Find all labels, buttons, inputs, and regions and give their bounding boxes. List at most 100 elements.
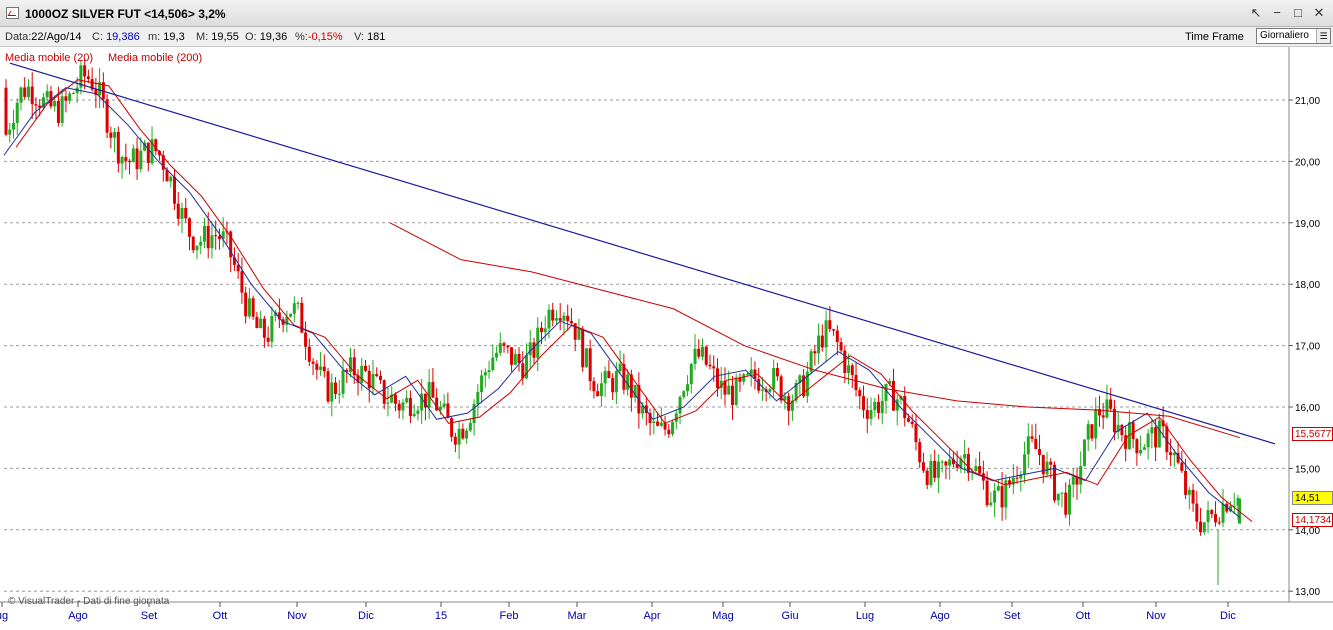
candle-body — [45, 91, 49, 98]
candle-body — [330, 382, 334, 402]
candle-body — [176, 203, 180, 219]
y-tick-label: 15,00 — [1295, 464, 1320, 475]
candle-body — [839, 342, 843, 351]
minimize-button[interactable]: − — [1269, 5, 1285, 21]
candle-body — [772, 368, 776, 390]
price-chart[interactable]: 21,00 20,00 19,00 18,00 17,00 16,00 15,00 14,00… — [0, 47, 1333, 625]
candle-body — [1221, 503, 1225, 523]
candle-body — [416, 410, 420, 414]
candle-body — [375, 374, 379, 376]
x-tick-label: ug — [0, 610, 8, 622]
candle-body — [495, 352, 499, 358]
candle-body — [558, 318, 562, 321]
x-tick-label: Lug — [856, 610, 874, 622]
candle-body — [337, 393, 341, 395]
candle-body — [869, 410, 873, 419]
candle-body — [1139, 449, 1143, 454]
candle-body — [1105, 399, 1109, 418]
candle-body — [86, 76, 90, 80]
candle-body — [378, 375, 382, 381]
candle-body — [671, 421, 675, 435]
candle-body — [446, 403, 450, 419]
x-tick-label: Nov — [1146, 610, 1166, 622]
x-tick-label: Set — [141, 610, 158, 622]
timeframe-select[interactable]: Giornaliero ☰ — [1256, 28, 1331, 44]
candle-body — [1217, 522, 1221, 524]
candle-body — [19, 87, 23, 103]
candle-body — [187, 218, 191, 237]
candle-body — [1086, 424, 1090, 440]
candle-body — [820, 335, 824, 348]
candle-body — [461, 428, 465, 439]
candle-body — [599, 383, 603, 397]
ma20-line — [3, 87, 1241, 518]
legend-ma20: Media mobile (20) — [5, 52, 94, 64]
candle-body — [1187, 489, 1191, 495]
candle-body — [607, 371, 611, 379]
candle-body — [412, 413, 416, 417]
candle-body — [15, 102, 19, 124]
detach-icon[interactable]: ↖ — [1248, 5, 1264, 21]
candle-body — [1082, 439, 1086, 466]
candle-body — [850, 365, 854, 376]
candle-body — [1049, 461, 1053, 465]
candle-body — [1034, 438, 1038, 450]
candle-body — [996, 486, 1000, 491]
candle-body — [884, 383, 888, 401]
candle-body — [131, 148, 135, 163]
candle-body — [865, 410, 869, 419]
candle-body — [270, 315, 274, 342]
candle-body — [1120, 424, 1124, 436]
candle-body — [491, 357, 495, 371]
min-field: m: 19,3 — [148, 31, 185, 43]
candle-body — [1214, 514, 1218, 523]
candle-body — [569, 320, 573, 324]
candle-body — [921, 462, 925, 471]
maximize-button[interactable]: □ — [1290, 5, 1306, 21]
candle-body — [678, 396, 682, 414]
x-tick-label: 15 — [435, 610, 447, 622]
candle-body — [708, 364, 712, 367]
y-tick-label: 16,00 — [1295, 403, 1320, 414]
candle-body — [566, 315, 570, 321]
candle-body — [124, 157, 128, 161]
close-button[interactable]: ✕ — [1311, 5, 1327, 21]
candle-body — [667, 429, 671, 435]
candle-body — [974, 466, 978, 472]
candle-body — [307, 346, 311, 362]
candle-body — [877, 401, 881, 414]
candle-body — [1101, 415, 1105, 418]
candle-body — [1064, 492, 1068, 515]
candle-body — [1150, 427, 1154, 434]
candle-body — [1079, 465, 1083, 485]
candle-body — [562, 315, 566, 321]
candle-body — [592, 381, 596, 392]
candle-body — [944, 461, 948, 466]
y-tick-label: 18,00 — [1295, 280, 1320, 291]
candle-body — [1169, 452, 1173, 456]
candle-body — [431, 382, 435, 398]
candle-body — [408, 397, 412, 417]
x-tick-label: Feb — [500, 610, 519, 622]
candle-body — [966, 454, 970, 473]
candle-body — [993, 490, 997, 503]
candle-body — [341, 369, 345, 394]
candle-body — [656, 421, 660, 426]
candle-body — [689, 363, 693, 385]
x-tick-label: Nov — [287, 610, 307, 622]
candle-body — [26, 86, 30, 97]
candle-body — [255, 316, 259, 328]
x-tick-label: Mag — [712, 610, 733, 622]
candle-body — [506, 345, 510, 348]
quote-info-bar: Data:22/Ago/14 C: 19,386 m: 19,3 M: 19,5… — [0, 27, 1333, 47]
dropdown-icon[interactable]: ☰ — [1316, 29, 1330, 43]
candle-body — [1131, 422, 1135, 440]
candle-body — [405, 397, 409, 403]
candle-body — [1030, 436, 1034, 439]
candle-body — [180, 207, 184, 219]
candle-body — [304, 332, 308, 347]
legend-ma200: Media mobile (200) — [108, 52, 203, 64]
date-field: Data:22/Ago/14 — [5, 31, 82, 43]
candle-body — [824, 320, 828, 348]
candle-body — [1109, 399, 1113, 409]
